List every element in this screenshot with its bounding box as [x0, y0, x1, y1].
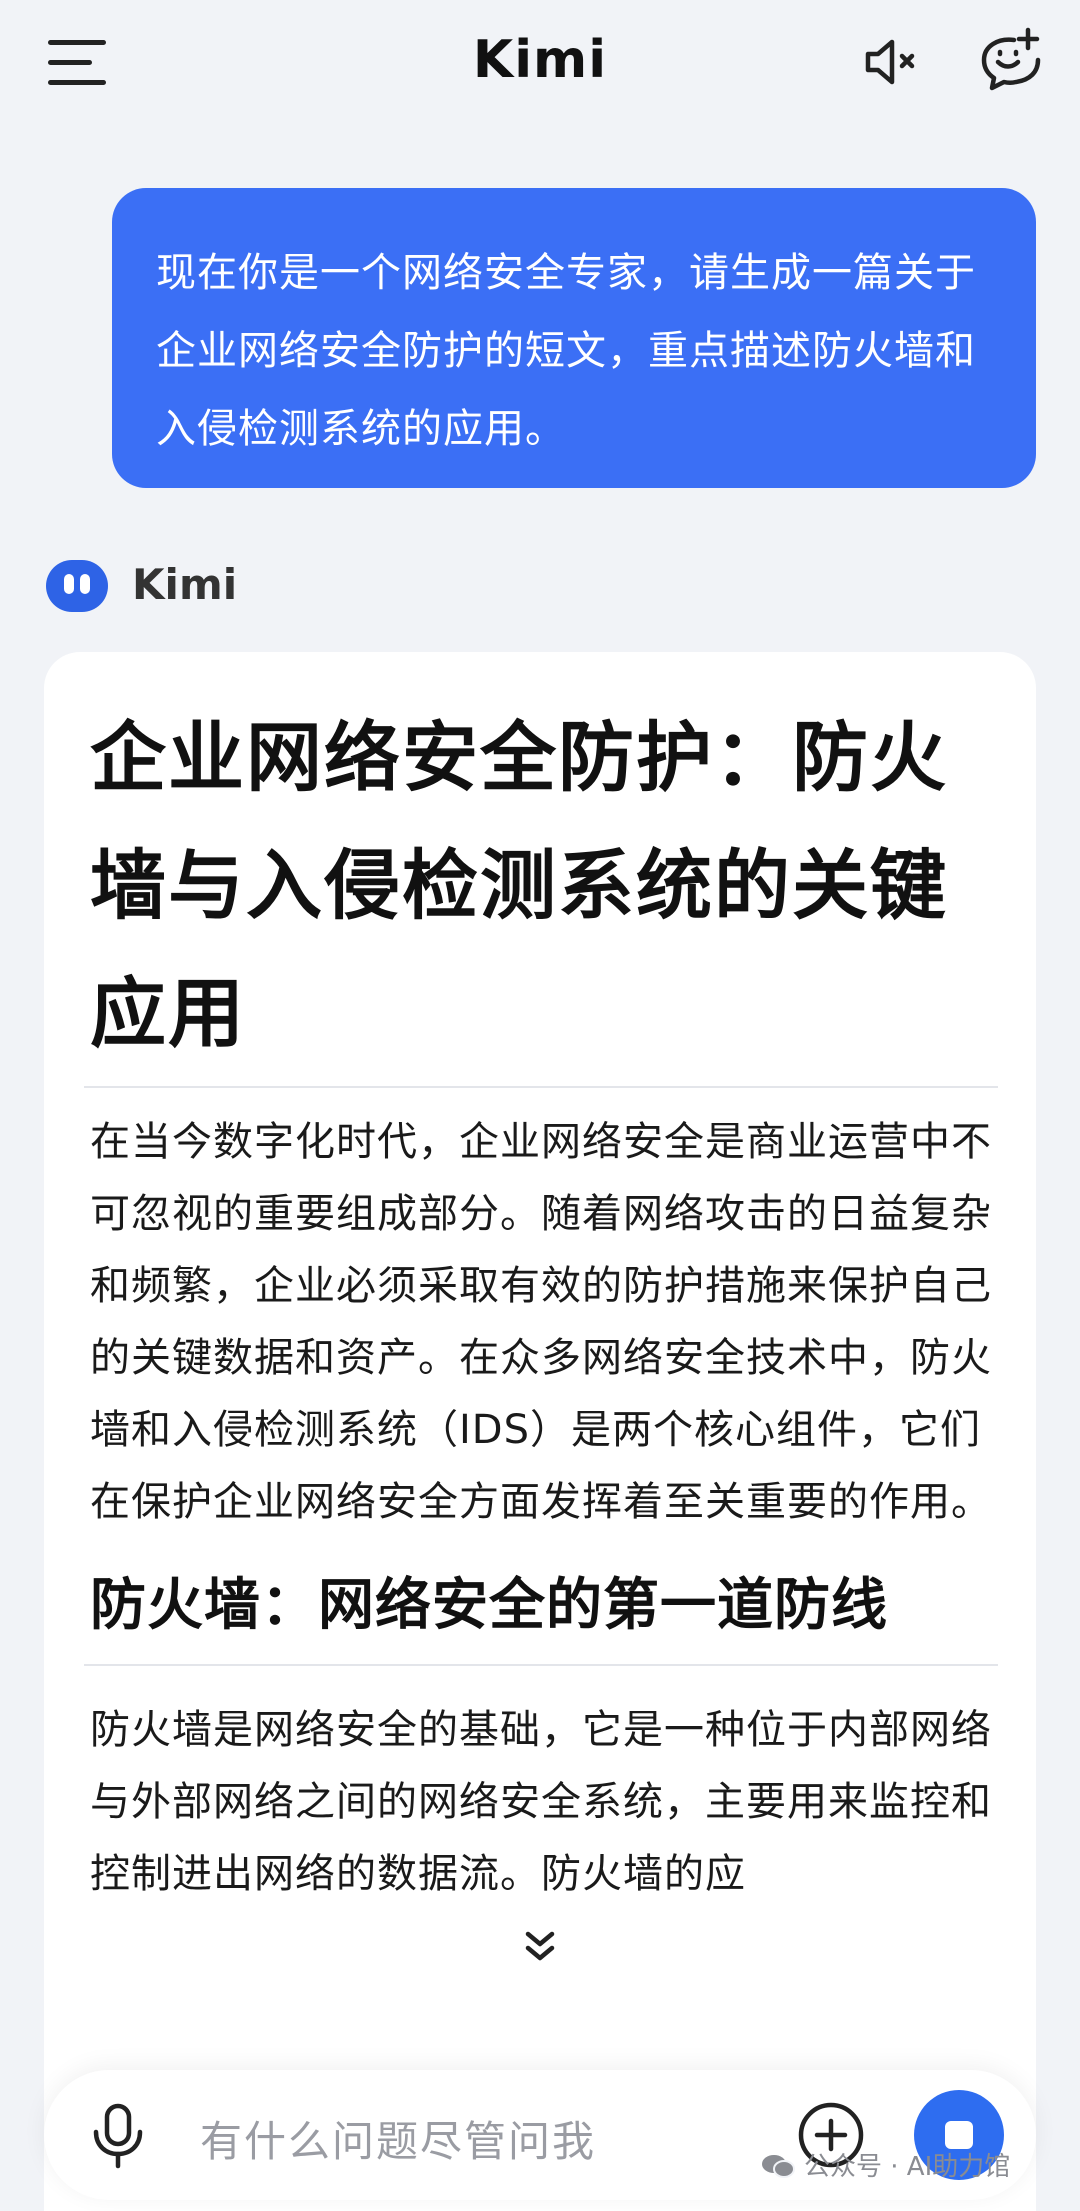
answer-paragraph-2: 防火墙是网络安全的基础，它是一种位于内部网络与外部网络之间的网络安全系统，主要用… [90, 1707, 992, 1897]
divider [84, 1664, 998, 1666]
assistant-name: Kimi [132, 560, 238, 609]
answer-paragraph-1: 在当今数字化时代，企业网络安全是商业运营中不可忽视的重要组成部分。随着网络攻击的… [90, 1119, 992, 1525]
message-input[interactable]: 有什么问题尽管问我 [200, 2108, 596, 2169]
user-message-text: 现在你是一个网络安全专家，请生成一篇关于企业网络安全防护的短文，重点描述防火墙和… [156, 250, 976, 452]
chat-screen: Kimi 现在你是一个网络安全专家，请生成一篇关于企业网络安全防护的短文，重点描… [0, 0, 1080, 2211]
assistant-answer-card: 企业网络安全防护：防火墙与入侵检测系统的关键应用 在当今数字化时代，企业网络安全… [44, 652, 1036, 2211]
wechat-icon [762, 2155, 795, 2178]
section-heading: 防火墙：网络安全的第一道防线 [90, 1573, 888, 1638]
scroll-down-icon[interactable] [512, 1920, 568, 1976]
watermark: 公众号 · AI助力馆 [760, 2146, 1010, 2183]
microphone-icon[interactable] [88, 2102, 148, 2170]
divider [84, 1086, 998, 1088]
speaker-mute-icon[interactable] [858, 30, 922, 94]
user-message-bubble[interactable]: 现在你是一个网络安全专家，请生成一篇关于企业网络安全防护的短文，重点描述防火墙和… [112, 188, 1036, 488]
top-bar: Kimi [0, 0, 1080, 130]
stop-icon [945, 2121, 973, 2149]
new-chat-icon[interactable] [978, 26, 1042, 94]
watermark-text: 公众号 · AI助力馆 [804, 2152, 1011, 2182]
answer-title: 企业网络安全防护：防火墙与入侵检测系统的关键应用 [90, 713, 948, 1058]
kimi-avatar-icon [46, 560, 108, 612]
